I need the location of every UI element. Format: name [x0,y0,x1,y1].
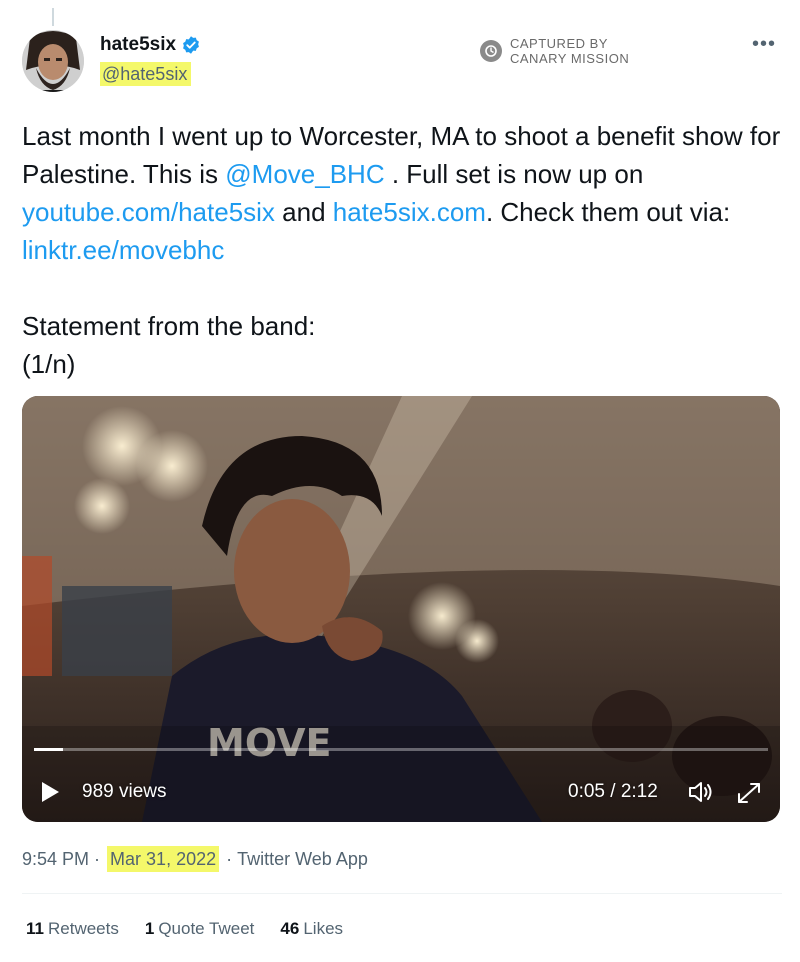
verified-badge-icon [183,36,199,54]
author-display-name: hate5six [100,34,177,55]
likes-label: Likes [303,919,344,938]
capture-line-1: CAPTURED BY [510,36,608,51]
tweet-body: Last month I went up to Worcester, MA to… [22,117,782,383]
statement-label: Statement from the band: [22,311,316,341]
author-names: hate5six @hate5six [100,33,201,86]
likes-stat[interactable]: 46 Likes [280,918,343,940]
view-count: 989 views [82,781,167,802]
meta-separator: · [221,849,238,869]
avatar[interactable] [22,30,84,92]
capture-watermark: CAPTURED BY CANARY MISSION [480,36,660,66]
canary-mission-logo-icon [480,40,502,62]
website-link[interactable]: hate5six.com [333,197,486,227]
tweet-text-segment: . Full set is now up on [384,159,644,189]
tweet-time[interactable]: 9:54 PM [22,847,89,871]
avatar-image [22,30,84,92]
play-icon[interactable] [42,782,59,802]
thread-connector-line [52,8,54,26]
thread-marker: (1/n) [22,349,76,379]
tweet-source[interactable]: Twitter Web App [237,847,368,871]
divider [22,893,782,894]
retweets-label: Retweets [47,919,119,938]
retweets-stat[interactable]: 11 Retweets [26,918,119,940]
quote-tweets-label: Quote Tweet [158,919,255,938]
author-handle[interactable]: @hate5six [100,62,192,86]
video-progress-bar[interactable] [34,748,768,751]
meta-separator: · [89,849,106,869]
video-progress-fill [34,748,64,751]
linktree-link[interactable]: linktr.ee/movebhc [22,235,224,265]
youtube-link[interactable]: youtube.com/hate5six [22,197,275,227]
tweet-text-segment: and [274,197,333,227]
quote-tweets-stat[interactable]: 1 Quote Tweet [145,918,255,940]
volume-icon[interactable] [686,779,716,805]
tweet-text-segment: . Check them out via: [485,197,731,227]
more-options-icon[interactable]: ••• [752,34,776,54]
fullscreen-icon[interactable] [734,779,764,807]
video-frame: MOVE [22,396,780,822]
capture-line-2: CANARY MISSION [510,51,630,66]
video-timestamp: 0:05 / 2:12 [568,781,658,802]
tweet-meta: 9:54 PM · Mar 31, 2022 · Twitter Web App [22,846,368,872]
tweet-date[interactable]: Mar 31, 2022 [107,846,220,872]
quote-tweets-count: 1 [144,919,155,938]
likes-count: 46 [280,919,300,938]
video-player[interactable]: MOVE 989 views 0:05 / 2:12 [22,396,780,822]
tweet-paragraph-1: Last month I went up to Worcester, MA to… [22,117,782,269]
author-display-name-row[interactable]: hate5six [100,33,201,57]
video-controls: 989 views 0:05 / 2:12 [22,774,780,810]
retweets-count: 11 [26,919,44,938]
mention-link[interactable]: @Move_BHC [225,159,384,189]
capture-watermark-text: CAPTURED BY CANARY MISSION [510,36,660,66]
engagement-stats: 11 Retweets 1 Quote Tweet 46 Likes [26,918,343,940]
tweet-header: hate5six @hate5six CAPTURED BY CANARY MI… [22,30,782,94]
